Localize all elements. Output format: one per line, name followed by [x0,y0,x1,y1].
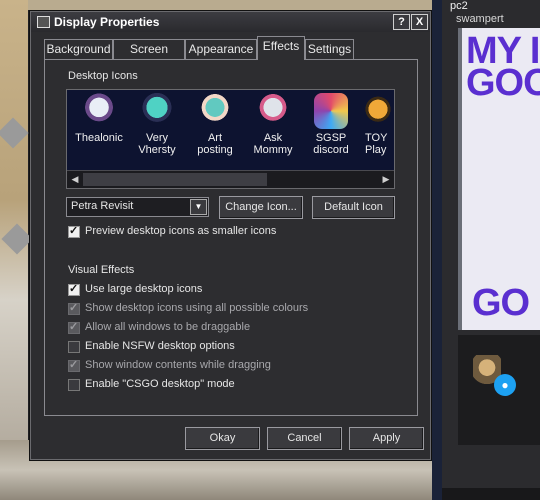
desktop-icon-item[interactable]: Ask Mommy [243,93,303,163]
icon-label: Thealonic [75,132,123,144]
window-icon [37,16,50,28]
large-icons-label: Use large desktop icons [85,283,203,295]
icon-label-2: Mommy [253,144,293,156]
side-app-window: pc2 swampert MY I GOO GO ● [442,0,540,500]
desktop-icon-item[interactable]: Thealonic [69,93,129,163]
change-icon-button[interactable]: Change Icon... [219,196,303,219]
icon-label: Very [145,132,168,144]
scroll-right-icon[interactable]: ▶ [379,173,393,186]
default-icon-button[interactable]: Default Icon [312,196,395,219]
tab-effects[interactable]: Effects [257,36,305,60]
character-icon [140,93,174,129]
icon-label-2: discord [313,144,349,156]
window-contents-label: Show window contents while dragging [85,359,271,371]
nsfw-checkbox[interactable] [68,341,80,353]
desktop-wallpaper-top [28,0,440,10]
side-app-subtitle: swampert [456,13,504,25]
tab-screen-saver[interactable]: Screen Saver [113,39,185,75]
tab-background[interactable]: Background [44,39,113,59]
desktop-wallpaper-strip [432,0,442,500]
csgo-mode-label: Enable "CSGO desktop" mode [85,378,235,390]
side-app-banner[interactable]: MY I GOO GO [458,28,540,330]
horizontal-scrollbar[interactable]: ◀ ▶ [67,170,394,188]
desktop-icon-item[interactable]: Very Vhersty [127,93,187,163]
icon-label: Ask [263,132,283,144]
desktop-icon-item[interactable]: Art posting [185,93,245,163]
icon-label-2: posting [197,144,233,156]
help-button[interactable]: ? [393,14,410,30]
nsfw-label: Enable NSFW desktop options [85,340,235,352]
banner-line-2: GOO [466,62,540,104]
icon-label: SGSP [315,132,347,144]
window-title: Display Properties [54,15,160,29]
large-icons-checkbox[interactable] [68,282,80,296]
apply-button[interactable]: Apply [349,427,424,450]
character-icon [363,93,393,129]
chat-bubble-icon[interactable]: ● [494,374,516,396]
icon-label: Art [207,132,223,144]
scroll-left-icon[interactable]: ◀ [68,173,82,186]
selected-icon-value: Petra Revisit [71,200,134,212]
tab-settings[interactable]: Settings [305,39,354,59]
character-icon [82,93,116,129]
close-button[interactable]: X [411,14,428,30]
character-icon [256,93,290,129]
title-bar[interactable]: Display Properties ? X [31,12,430,32]
scrollbar-thumb[interactable] [83,173,267,186]
okay-button[interactable]: Okay [185,427,260,450]
character-icon [198,93,232,129]
window-contents-checkbox[interactable] [68,358,80,372]
discord-server-icon [314,93,348,129]
tab-appearance[interactable]: Appearance [185,39,257,59]
draggable-checkbox[interactable] [68,320,80,334]
chevron-down-icon[interactable]: ▼ [190,199,207,215]
cancel-button[interactable]: Cancel [267,427,342,450]
preview-smaller-label: Preview desktop icons as smaller icons [85,225,277,237]
preview-smaller-checkbox[interactable] [68,224,80,238]
visual-effects-heading: Visual Effects [68,264,135,276]
icon-label: TOY [365,132,388,144]
desktop-icons-heading: Desktop Icons [68,70,138,82]
icon-label-2: Play [365,144,387,156]
side-app-footer [442,488,540,500]
icon-select-dropdown[interactable]: Petra Revisit ▼ [66,197,209,217]
display-properties-dialog: Display Properties ? X Background Screen… [30,11,431,460]
desktop-icon-item[interactable]: SGSP discord [301,93,361,163]
all-colours-checkbox[interactable] [68,301,80,315]
desktop-icons-list[interactable]: Thealonic Very Vhersty Art posting Ask M… [66,89,395,189]
draggable-label: Allow all windows to be draggable [85,321,251,333]
desktop-icon-item[interactable]: TOY Play [359,93,394,163]
icon-label-2: Vhersty [138,144,176,156]
side-app-title: pc2 [450,0,468,12]
banner-line-3: GO [472,282,530,324]
csgo-mode-checkbox[interactable] [68,379,80,391]
all-colours-label: Show desktop icons using all possible co… [85,302,309,314]
